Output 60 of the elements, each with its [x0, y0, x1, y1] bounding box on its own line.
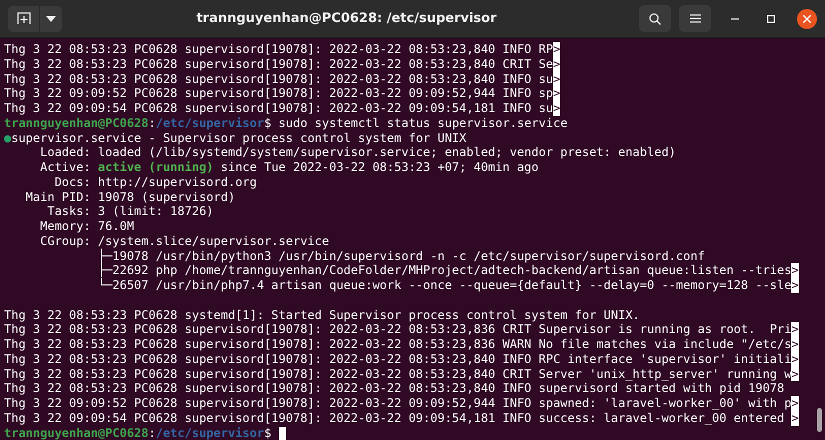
terminal-text: supervisor.service - Supervisor process control system for UNIX: [11, 130, 466, 146]
new-tab-icon: [16, 12, 30, 25]
window-title: trannguyenhan@PC0628: /etc/supervisor: [196, 11, 497, 26]
prompt-user: trannguyenhan@PC0628: [4, 116, 148, 130]
terminal-text: $: [264, 426, 272, 440]
terminal-text: Docs: http://supervisord.org: [54, 174, 257, 190]
terminal-text: └─26507 /usr/bin/php7.4 artisan queue:work --once --queue={default} --delay=0 --memory=128 --sle: [96, 278, 792, 293]
truncation-marker: >: [553, 42, 560, 57]
menu-button[interactable]: [679, 5, 711, 32]
terminal-text: Thg 3 22 09:09:54 PC0628 supervisord[19078]: 2022-03-22 09:09:54,181 INFO su: [4, 101, 554, 116]
truncation-marker: >: [791, 322, 799, 337]
prompt-path: /etc/supervisor: [156, 426, 264, 440]
terminal-text: Thg 3 22 08:53:23 PC0628 supervisord[19078]: 2022-03-22 08:53:23,840 INFO RPC interface 'supervisor' initiali: [4, 352, 792, 366]
truncation-marker: >: [553, 56, 560, 72]
menu-icon: [690, 14, 700, 23]
terminal-text: Thg 3 22 08:53:23 PC0628 supervisord[19078]: 2022-03-22 08:53:23,840 CRIT Server 'unix_http_server' running w: [4, 366, 792, 382]
terminal-text: Thg 3 22 08:53:23 PC0628 supervisord[19078]: 2022-03-22 08:53:23,840 INFO RP: [4, 42, 554, 57]
minimize-icon: [731, 18, 739, 20]
truncation-marker: >: [553, 86, 560, 101]
terminal-text: Thg 3 22 08:53:23 PC0628 supervisord[19078]: 2022-03-22 08:53:23,840 CRIT Se: [4, 56, 554, 72]
terminal-text: :: [148, 426, 156, 440]
search-icon: [649, 12, 661, 24]
truncation-marker: >: [791, 337, 799, 352]
terminal-text: since Tue 2022-03-22 08:53:23 +07; 40min ago: [220, 160, 539, 175]
terminal-text: Loaded: loaded (/lib/systemd/system/supervisor.service; enabled; vendor preset: enabled): [39, 145, 676, 160]
terminal-text: Main PID: 19078 (supervisord): [24, 190, 236, 204]
terminal-text: ├─19078 /usr/bin/python3 /usr/bin/supervisord -n -c /etc/supervisor/supervisord.conf: [96, 248, 705, 263]
caret-icon: [46, 16, 56, 22]
terminal-text: Thg 3 22 08:53:23 PC0628 supervisord[19078]: 2022-03-22 08:53:23,840 INFO supervisord started with pid 19078: [4, 381, 784, 396]
terminal-text: ├─22692 php /home/trannguyenhan/CodeFolder/MHProject/adtech-backend/artisan queue:listen --tries: [96, 263, 792, 278]
terminal-text: Thg 3 22 09:09:52 PC0628 supervisord[19078]: 2022-03-22 09:09:52,944 INFO spawned: 'laravel-worker_00' with p: [4, 396, 792, 411]
scrollbar[interactable]: [817, 408, 822, 432]
close-icon: [803, 14, 811, 22]
truncation-marker: >: [791, 410, 799, 426]
terminal-text: $ sudo systemctl status supervisor.service: [264, 116, 568, 130]
status-text: active (running): [98, 160, 214, 175]
maximize-icon: [767, 14, 775, 22]
truncation-marker: >: [791, 263, 799, 278]
truncation-marker: >: [791, 396, 799, 411]
truncation-marker: >: [791, 366, 799, 382]
terminal-text: Thg 3 22 09:09:52 PC0628 supervisord[19078]: 2022-03-22 09:09:52,944 INFO sp: [4, 86, 554, 101]
truncation-marker: >: [553, 72, 560, 86]
status-dot: ●: [4, 130, 12, 146]
close-button[interactable]: [797, 8, 817, 28]
prompt-path: /etc/supervisor: [156, 116, 264, 130]
terminal-text: Thg 3 22 09:09:54 PC0628 supervisord[19078]: 2022-03-22 09:09:54,181 INFO success: laravel-worker_00 entered: [4, 410, 786, 426]
terminal-text: Tasks: 3 (limit: 18726): [46, 204, 214, 219]
search-button[interactable]: [639, 5, 671, 32]
terminal-text: Thg 3 22 08:53:23 PC0628 supervisord[19078]: 2022-03-22 08:53:23,836 WARN No file matches via include "/etc/s: [4, 337, 792, 352]
terminal-text: Thg 3 22 08:53:23 PC0628 supervisord[19078]: 2022-03-22 08:53:23,836 CRIT Supervisor is running as root. Pri: [4, 322, 792, 337]
truncation-marker: >: [791, 278, 799, 293]
terminal-text: :: [148, 116, 156, 130]
terminal-text: Memory: 76.0M: [39, 219, 134, 234]
terminal-text: Thg 3 22 08:53:23 PC0628 supervisord[19078]: 2022-03-22 08:53:23,840 INFO su: [4, 72, 554, 86]
terminal-text: CGroup: /system.slice/supervisor.service: [39, 234, 330, 248]
truncation-marker: >: [791, 352, 799, 366]
terminal-text: Active:: [39, 160, 92, 175]
terminal-text: Thg 3 22 08:53:23 PC0628 systemd[1]: Started Supervisor process control system for UNIX.: [4, 308, 640, 322]
truncation-marker: >: [553, 101, 560, 116]
prompt-user: trannguyenhan@PC0628: [4, 426, 148, 440]
